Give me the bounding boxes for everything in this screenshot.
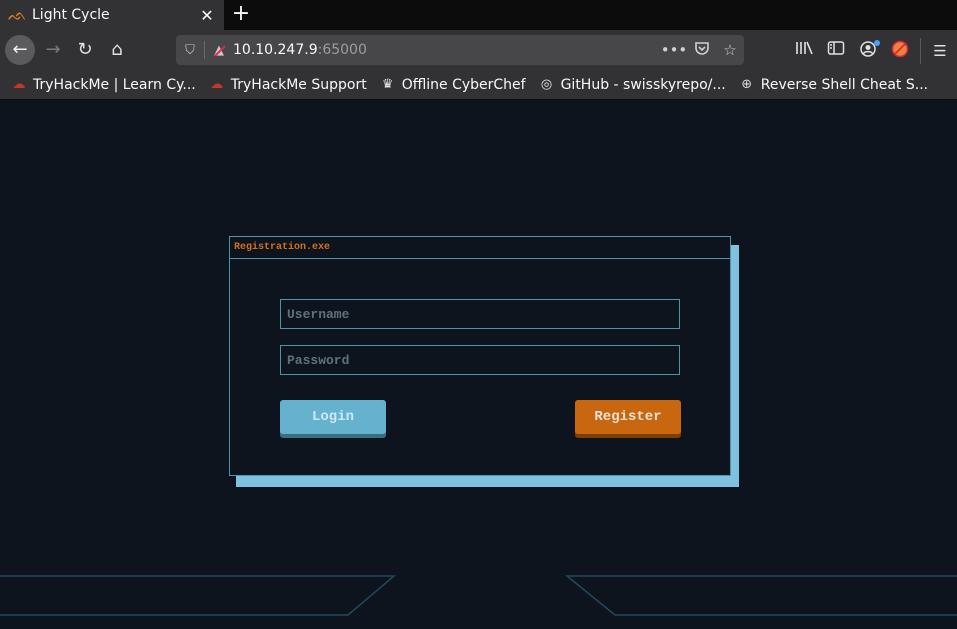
url-host[interactable]: 10.10.247.9 bbox=[233, 42, 318, 58]
pocket-icon[interactable] bbox=[688, 40, 716, 60]
tracking-shield-icon[interactable]: ⛉ bbox=[176, 43, 204, 58]
close-tab-icon[interactable]: ✕ bbox=[196, 6, 218, 25]
url-bar[interactable]: ⛉ ▲ 10.10.247.9 :65000 ••• ☆ bbox=[176, 35, 744, 65]
password-input[interactable] bbox=[280, 345, 680, 375]
bookmarks-bar: ☁ TryHackMe | Learn Cy... ☁ TryHackMe Su… bbox=[0, 70, 957, 100]
github-icon: ◎ bbox=[540, 77, 553, 92]
registration-dialog: Registration.exe Login Register bbox=[229, 236, 731, 476]
url-port[interactable]: :65000 bbox=[318, 42, 367, 58]
nav-bar: ← → ↻ ⌂ ⛉ ▲ 10.10.247.9 :65000 ••• ☆ ☰ bbox=[0, 30, 957, 70]
extension-icon[interactable] bbox=[889, 40, 911, 62]
new-tab-button[interactable]: + bbox=[228, 2, 254, 28]
dialog-titlebar: Registration.exe bbox=[230, 237, 730, 259]
bookmark-label: TryHackMe | Learn Cy... bbox=[33, 76, 196, 93]
reload-button[interactable]: ↻ bbox=[70, 35, 100, 65]
back-button[interactable]: ← bbox=[5, 35, 35, 65]
forward-button[interactable]: → bbox=[38, 35, 68, 65]
tryhackme-cloud-icon: ☁ bbox=[210, 77, 224, 92]
light-cycle-favicon-icon: ᨒ bbox=[8, 6, 27, 24]
sidebar-icon[interactable] bbox=[825, 40, 847, 62]
tab-title: Light Cycle bbox=[32, 7, 110, 23]
globe-icon: ⊕ bbox=[741, 77, 753, 92]
notification-dot bbox=[874, 40, 880, 46]
page-actions-icon[interactable]: ••• bbox=[660, 41, 688, 59]
tab-bar: ᨒ Light Cycle ✕ + bbox=[0, 0, 957, 30]
register-button[interactable]: Register bbox=[575, 400, 681, 434]
bookmark-tryhackme-support[interactable]: ☁ TryHackMe Support bbox=[208, 76, 367, 93]
deco-line-left bbox=[0, 575, 397, 616]
tryhackme-cloud-icon: ☁ bbox=[12, 77, 26, 92]
insecure-lock-icon[interactable]: ▲ bbox=[205, 43, 233, 58]
deco-line-right bbox=[564, 575, 957, 616]
account-icon[interactable] bbox=[857, 40, 880, 62]
library-icon[interactable] bbox=[793, 40, 815, 62]
toolbar-separator bbox=[920, 38, 921, 64]
bookmark-tryhackme-learn[interactable]: ☁ TryHackMe | Learn Cy... bbox=[10, 77, 196, 93]
chef-hat-icon: ♛ bbox=[381, 77, 394, 92]
bookmark-star-icon[interactable]: ☆ bbox=[716, 41, 744, 59]
login-button[interactable]: Login bbox=[280, 400, 386, 434]
tab-light-cycle[interactable]: ᨒ Light Cycle ✕ bbox=[0, 0, 224, 30]
bookmark-label: GitHub - swisskyrepo/... bbox=[560, 76, 726, 93]
hamburger-menu-icon[interactable]: ☰ bbox=[929, 40, 951, 62]
bookmark-label: TryHackMe Support bbox=[230, 76, 367, 93]
home-button[interactable]: ⌂ bbox=[102, 35, 132, 65]
username-input[interactable] bbox=[280, 299, 680, 329]
bookmark-github-swisskyrepo[interactable]: ◎ GitHub - swisskyrepo/... bbox=[538, 77, 726, 93]
bookmark-reverse-shell-cheat-sheet[interactable]: ⊕ Reverse Shell Cheat S... bbox=[738, 77, 928, 93]
bookmark-label: Offline CyberChef bbox=[401, 76, 526, 93]
bookmark-offline-cyberchef[interactable]: ♛ Offline CyberChef bbox=[379, 77, 526, 93]
dialog-title: Registration.exe bbox=[234, 242, 331, 253]
bookmark-label: Reverse Shell Cheat S... bbox=[760, 76, 929, 93]
